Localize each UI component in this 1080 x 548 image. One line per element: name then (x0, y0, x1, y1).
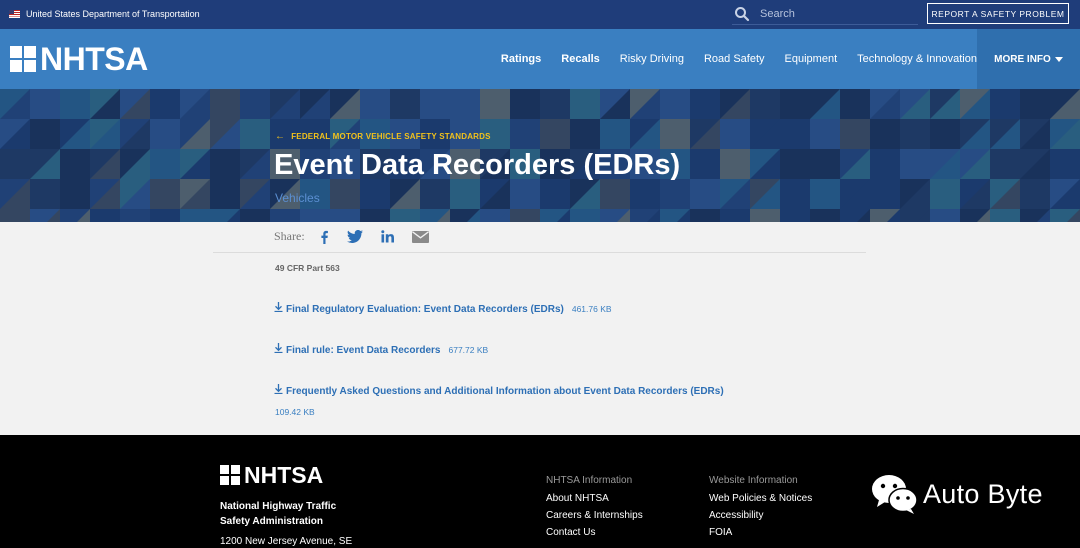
linkedin-icon[interactable] (380, 230, 394, 243)
footer-link-about[interactable]: About NHTSA (546, 493, 643, 504)
breadcrumb-label: FEDERAL MOTOR VEHICLE SAFETY STANDARDS (291, 132, 491, 141)
footer-col-website-info: Website Information Web Policies & Notic… (709, 475, 812, 544)
search-input[interactable] (760, 5, 910, 23)
share-bar: Share: (274, 229, 447, 244)
footer-link-web-policies[interactable]: Web Policies & Notices (709, 493, 812, 504)
footer-col-nhtsa-info: NHTSA Information About NHTSA Careers & … (546, 475, 643, 544)
category-link[interactable]: Vehicles (275, 191, 320, 205)
footer-org-name: National Highway Traffic Safety Administ… (220, 501, 337, 527)
footer-link-accessibility[interactable]: Accessibility (709, 510, 812, 521)
file-size: 677.72 KB (448, 345, 489, 355)
page-title: Event Data Recorders (EDRs) (274, 149, 681, 181)
nav-equipment[interactable]: Equipment (785, 53, 838, 65)
download-icon (274, 343, 283, 356)
watermark: Auto Byte (871, 473, 1043, 515)
divider (213, 252, 866, 253)
footer-link-foia[interactable]: FOIA (709, 527, 812, 538)
nav-risky-driving[interactable]: Risky Driving (620, 53, 684, 65)
footer-logo[interactable]: NHTSA (220, 462, 324, 488)
twitter-icon[interactable] (346, 230, 363, 243)
footer-col-heading: NHTSA Information (546, 475, 633, 486)
download-link-faq[interactable]: Frequently Asked Questions and Additiona… (274, 384, 724, 397)
wechat-icon (872, 475, 918, 514)
main-nav: NHTSA Ratings Recalls Risky Driving Road… (0, 29, 1080, 89)
email-icon[interactable] (411, 230, 429, 243)
footer-col-heading: Website Information (709, 475, 798, 486)
download-icon (274, 302, 283, 315)
nav-ratings[interactable]: Ratings (501, 53, 541, 65)
cfr-reference: 49 CFR Part 563 (275, 263, 340, 273)
breadcrumb[interactable]: ← FEDERAL MOTOR VEHICLE SAFETY STANDARDS (275, 131, 491, 142)
share-label: Share: (274, 229, 305, 243)
download-title: Final rule: Event Data Recorders (286, 345, 441, 356)
download-link-regulatory-evaluation[interactable]: Final Regulatory Evaluation: Event Data … (274, 302, 612, 315)
file-size: 109.42 KB (275, 407, 315, 417)
top-utility-bar: United States Department of Transportati… (0, 0, 1080, 29)
facebook-icon[interactable] (319, 230, 329, 244)
nhtsa-logo[interactable]: NHTSA (10, 41, 148, 77)
watermark-text: Auto Byte (923, 478, 1043, 509)
hero-banner: ← FEDERAL MOTOR VEHICLE SAFETY STANDARDS … (0, 89, 1080, 222)
footer-logo-text: NHTSA (244, 462, 324, 488)
footer: NHTSA National Highway Traffic Safety Ad… (0, 435, 1080, 548)
download-title: Frequently Asked Questions and Additiona… (286, 386, 724, 397)
nav-recalls[interactable]: Recalls (561, 53, 600, 65)
file-size: 461.76 KB (571, 304, 612, 314)
us-flag-icon (9, 10, 20, 18)
search-box (732, 4, 918, 25)
arrow-left-icon: ← (275, 131, 286, 142)
nav-road-safety[interactable]: Road Safety (704, 53, 765, 65)
footer-link-contact[interactable]: Contact Us (546, 527, 643, 538)
logo-mark-icon (10, 46, 36, 72)
logo-mark-icon (220, 465, 240, 485)
download-icon (274, 384, 283, 397)
nav-links: Ratings Recalls Risky Driving Road Safet… (481, 29, 977, 89)
report-safety-problem-button[interactable]: REPORT A SAFETY PROBLEM (927, 3, 1069, 24)
more-info-label: MORE INFO (994, 53, 1051, 65)
footer-link-careers[interactable]: Careers & Internships (546, 510, 643, 521)
logo-text: NHTSA (40, 41, 148, 77)
download-link-final-rule[interactable]: Final rule: Event Data Recorders 677.72 … (274, 343, 488, 356)
download-title: Final Regulatory Evaluation: Event Data … (286, 304, 564, 315)
dot-label[interactable]: United States Department of Transportati… (26, 9, 200, 19)
caret-down-icon (1054, 56, 1063, 62)
more-info-menu[interactable]: MORE INFO (977, 29, 1080, 89)
footer-address: 1200 New Jersey Avenue, SE (220, 536, 353, 547)
search-icon[interactable] (734, 6, 750, 22)
nav-technology-innovation[interactable]: Technology & Innovation (857, 53, 977, 65)
